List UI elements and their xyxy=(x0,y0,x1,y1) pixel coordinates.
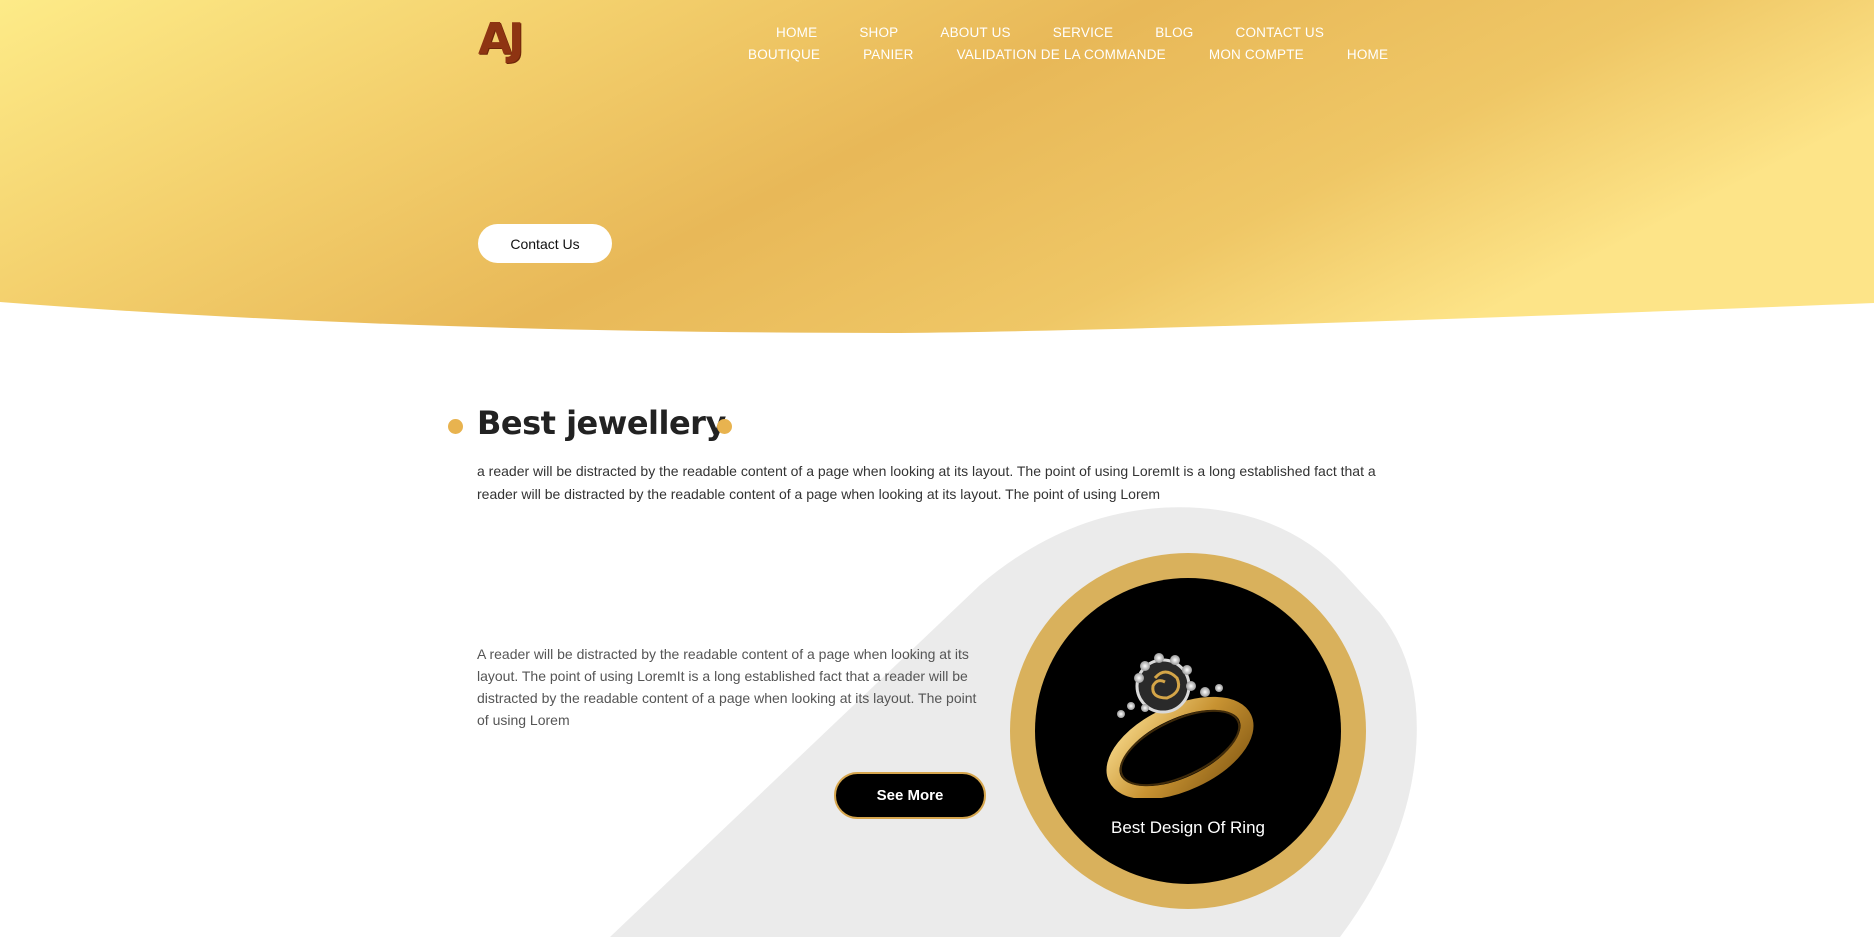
heading-dot-left xyxy=(448,419,463,434)
nav-blog[interactable]: BLOG xyxy=(1155,25,1193,41)
nav-panier[interactable]: PANIER xyxy=(863,47,913,63)
product-caption: Best Design Of Ring xyxy=(1110,818,1265,837)
nav-validation-commande[interactable]: VALIDATION DE LA COMMANDE xyxy=(957,47,1166,63)
page: AJ HOME SHOP ABOUT US SERVICE BLOG CONTA… xyxy=(0,0,1874,937)
nav-service[interactable]: SERVICE xyxy=(1053,25,1113,41)
nav-home[interactable]: HOME xyxy=(776,25,817,41)
nav-mon-compte[interactable]: MON COMPTE xyxy=(1209,47,1304,63)
main-nav: HOME SHOP ABOUT US SERVICE BLOG CONTACT … xyxy=(776,25,1366,41)
nav-contact-us[interactable]: CONTACT US xyxy=(1236,25,1325,41)
product-card[interactable]: Best Design Of Ring xyxy=(1035,578,1341,884)
brand-logo[interactable]: AJ xyxy=(478,18,524,62)
contact-us-button[interactable]: Contact Us xyxy=(478,224,612,263)
nav-about-us[interactable]: ABOUT US xyxy=(940,25,1010,41)
section-body: A reader will be distracted by the reada… xyxy=(477,646,977,728)
secondary-nav: BOUTIQUE PANIER VALIDATION DE LA COMMAND… xyxy=(748,47,1431,63)
nav-home-2[interactable]: HOME xyxy=(1347,47,1388,63)
section-intro: a reader will be distracted by the reada… xyxy=(477,463,1376,502)
nav-boutique[interactable]: BOUTIQUE xyxy=(748,47,820,63)
gold-ring-icon xyxy=(1106,653,1254,798)
nav-shop[interactable]: SHOP xyxy=(859,25,898,41)
section-title: Best jewellery xyxy=(477,404,726,442)
heading-dot-right xyxy=(717,419,732,434)
see-more-button[interactable]: See More xyxy=(834,772,986,819)
